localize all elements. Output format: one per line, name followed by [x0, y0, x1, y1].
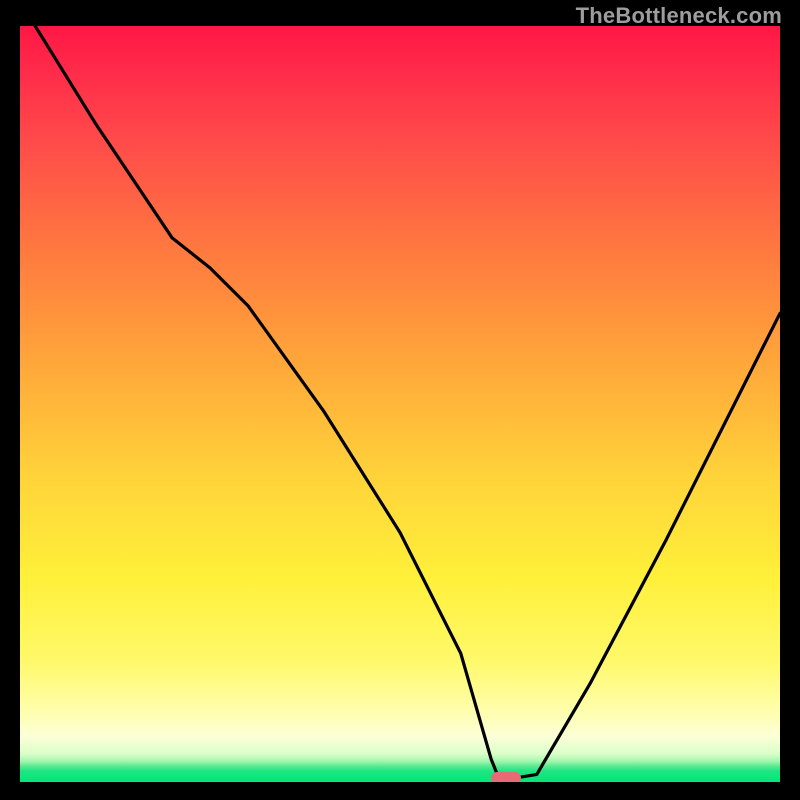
bottleneck-curve — [20, 26, 780, 782]
chart-frame: TheBottleneck.com — [0, 0, 800, 800]
plot-area — [20, 26, 780, 782]
curve-path — [35, 26, 780, 778]
optimal-marker — [491, 772, 521, 782]
